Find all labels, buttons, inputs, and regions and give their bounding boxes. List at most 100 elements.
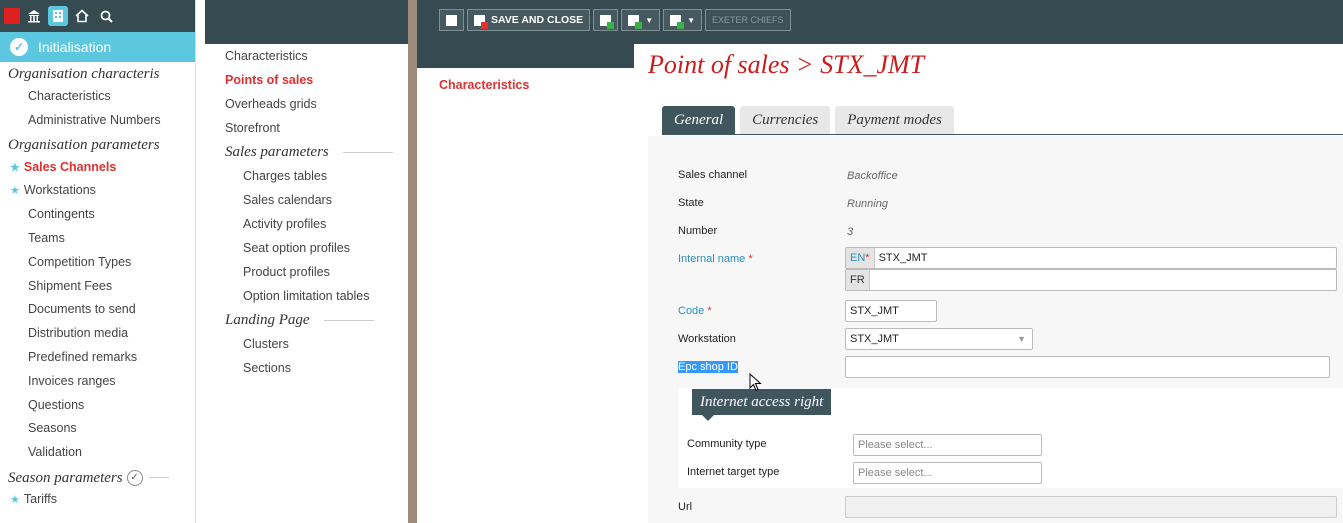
group-title-label: Season parameters <box>8 469 123 486</box>
tab-bar: General Currencies Payment modes <box>662 106 954 134</box>
sidebar-item-seasons[interactable]: Seasons <box>0 417 195 441</box>
state-value: Running <box>847 198 888 210</box>
sidebar-item-workstations[interactable]: ★ Workstations <box>0 179 195 203</box>
context-button[interactable]: EXETER CHIEFS <box>705 9 791 31</box>
epc-shop-id-label-text: Epc shop ID <box>678 361 738 373</box>
sidebar-item-teams[interactable]: Teams <box>0 227 195 251</box>
nav2-item-characteristics[interactable]: Characteristics <box>205 44 408 68</box>
group-title-season-parameters[interactable]: Season parameters ✓ <box>0 465 195 488</box>
sidebar-item-invoices-ranges[interactable]: Invoices ranges <box>0 370 195 394</box>
sidebar-item-administrative-numbers[interactable]: Administrative Numbers <box>0 109 195 133</box>
building-icon[interactable] <box>48 6 68 26</box>
save-copy-icon <box>670 14 685 29</box>
internal-name-label-text: Internal name <box>678 253 746 265</box>
star-icon: ★ <box>10 493 20 506</box>
sidebar-item-tariffs[interactable]: ★ Tariffs <box>0 488 195 512</box>
sidebar-item-label: Workstations <box>23 183 96 198</box>
star-icon: ★ <box>10 161 20 174</box>
save-green-button[interactable] <box>593 9 619 31</box>
nav2-group-sales-parameters: Sales parameters <box>205 140 408 164</box>
tab-currencies[interactable]: Currencies <box>740 106 831 134</box>
save-and-close-label: SAVE AND CLOSE <box>491 14 584 26</box>
internal-name-fr-input[interactable]: FR <box>845 269 1337 291</box>
save-and-close-button[interactable]: SAVE AND CLOSE <box>467 9 591 31</box>
search-icon[interactable] <box>96 6 116 26</box>
group-title: Organisation parameters <box>8 136 160 153</box>
nav2-item-option-limitation-tables[interactable]: Option limitation tables <box>205 284 408 308</box>
internal-name-label: Internal name * <box>678 253 753 265</box>
state-label: State <box>678 197 704 209</box>
nav2-item-clusters[interactable]: Clusters <box>205 332 408 356</box>
institution-icon[interactable] <box>24 6 44 26</box>
save-green-icon <box>600 14 615 29</box>
nav2-item-seat-option-profiles[interactable]: Seat option profiles <box>205 236 408 260</box>
secondary-sidebar-header <box>205 0 408 44</box>
star-icon: ★ <box>10 185 20 198</box>
group-title-label: Landing Page <box>225 312 310 328</box>
nav2-item-sales-calendars[interactable]: Sales calendars <box>205 188 408 212</box>
internal-name-en-input[interactable]: EN* STX_JMT <box>845 247 1337 269</box>
sidebar-item-label: Sales Channels <box>23 159 117 174</box>
sidebar-item-competition-types[interactable]: Competition Types <box>0 251 195 275</box>
required-mark: * <box>707 305 712 317</box>
internet-target-type-select[interactable]: Please select... <box>853 462 1042 484</box>
sidebar-item-shipment-fees[interactable]: Shipment Fees <box>0 275 195 299</box>
divider <box>148 477 169 479</box>
chevron-down-icon: ▼ <box>687 15 696 25</box>
top-icon-bar <box>0 0 195 32</box>
save-new-dropdown-button[interactable]: ▼ <box>621 9 661 31</box>
code-label: Code * <box>678 305 712 317</box>
lang-badge-fr: FR <box>846 270 870 290</box>
sidebar-item-questions[interactable]: Questions <box>0 394 195 418</box>
sidebar-item-distribution-media[interactable]: Distribution media <box>0 322 195 346</box>
chevron-down-icon: ▼ <box>1017 334 1026 344</box>
save-button[interactable] <box>439 9 464 31</box>
page-title: Point of sales > STX_JMT <box>648 50 925 79</box>
nav2-item-overheads-grids[interactable]: Overheads grids <box>205 92 408 116</box>
save-copy-dropdown-button[interactable]: ▼ <box>663 9 703 31</box>
epc-shop-id-input[interactable] <box>845 356 1330 378</box>
sidebar-item-contingents[interactable]: Contingents <box>0 203 195 227</box>
app-logo-icon[interactable] <box>4 8 20 24</box>
sidebar-item-characteristics[interactable]: Characteristics <box>0 85 195 109</box>
primary-sidebar: ✓ Initialisation Organisation characteri… <box>0 0 196 523</box>
workstation-select[interactable]: STX_JMT ▼ <box>845 328 1033 350</box>
nav3-item-characteristics[interactable]: Characteristics <box>417 68 634 92</box>
nav2-item-sections[interactable]: Sections <box>205 356 408 380</box>
sidebar-item-label: Tariffs <box>23 491 57 506</box>
mouse-cursor-icon <box>749 373 762 392</box>
community-type-select[interactable]: Please select... <box>853 434 1042 456</box>
internal-name-en-value: STX_JMT <box>878 252 928 264</box>
nav2-item-charges-tables[interactable]: Charges tables <box>205 164 408 188</box>
required-mark: * <box>865 252 870 264</box>
tab-general[interactable]: General <box>662 106 736 134</box>
tertiary-nav: Characteristics <box>417 68 634 523</box>
nav2-item-storefront[interactable]: Storefront <box>205 116 408 140</box>
home-icon[interactable] <box>72 6 92 26</box>
lang-code: EN <box>850 252 866 264</box>
url-label: Url <box>678 501 693 513</box>
divider <box>323 319 374 321</box>
sidebar-item-validation[interactable]: Validation <box>0 441 195 465</box>
section-header-initialisation[interactable]: ✓ Initialisation <box>0 32 195 62</box>
sidebar-item-documents-to-send[interactable]: Documents to send <box>0 298 195 322</box>
url-input[interactable] <box>845 496 1337 518</box>
sales-channel-value: Backoffice <box>847 170 898 182</box>
sidebar-item-sales-channels[interactable]: ★ Sales Channels <box>0 156 195 180</box>
sidebar-item-predefined-remarks[interactable]: Predefined remarks <box>0 346 195 370</box>
chevron-down-icon: ▼ <box>645 15 654 25</box>
save-icon <box>446 14 457 26</box>
column-separator[interactable] <box>408 0 417 523</box>
nav2-group-landing-page: Landing Page <box>205 308 408 332</box>
tab-payment-modes[interactable]: Payment modes <box>835 106 954 134</box>
nav2-item-activity-profiles[interactable]: Activity profiles <box>205 212 408 236</box>
nav2-item-product-profiles[interactable]: Product profiles <box>205 260 408 284</box>
group-title-label: Sales parameters <box>225 144 329 160</box>
code-input[interactable]: STX_JMT <box>845 300 937 322</box>
sales-channel-label: Sales channel <box>678 169 748 181</box>
code-label-text: Code <box>678 305 705 317</box>
nav2-item-points-of-sales[interactable]: Points of sales <box>205 68 408 92</box>
lang-badge-en: EN* <box>846 248 875 268</box>
check-icon: ✓ <box>10 38 28 56</box>
internet-target-type-label: Internet target type <box>687 466 780 478</box>
